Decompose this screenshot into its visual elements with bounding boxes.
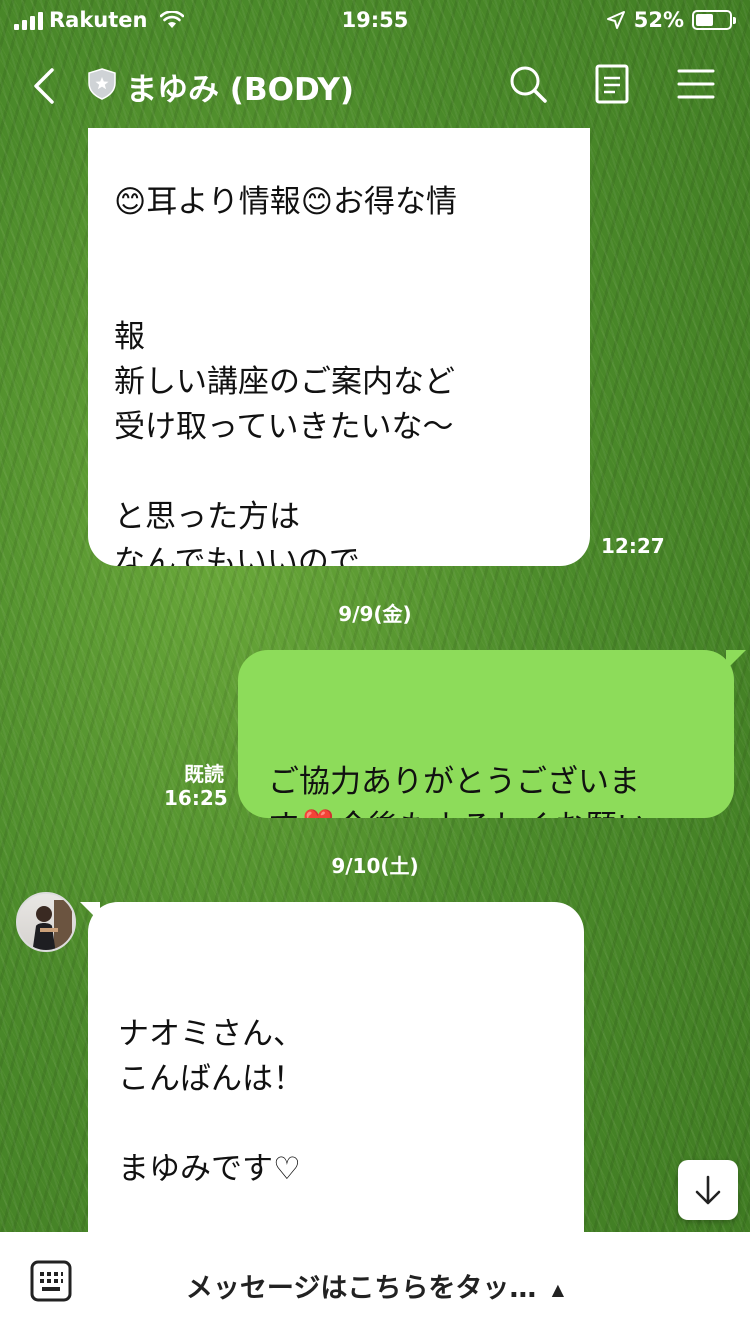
message-partial-line: 😊耳より情報😊お得な情 (114, 184, 458, 220)
message-bubble-incoming[interactable]: ナオミさん、 こんばんは！ まゆみです♡ 先日は 超初心者向🔰手相講座！ (88, 902, 584, 1232)
location-icon (606, 11, 625, 29)
date-separator: 9/9(金) (338, 602, 412, 626)
menu-icon[interactable] (674, 62, 718, 106)
search-icon[interactable] (506, 62, 550, 106)
expand-arrow-icon[interactable]: ▲ (552, 1280, 564, 1299)
battery-icon (692, 10, 736, 30)
message-bubble-outgoing[interactable]: ご協力ありがとうございま す❣️今後もよろしくお願い しますね〜😊 (238, 650, 734, 818)
chat-header: まゆみ (BODY) (0, 44, 750, 128)
battery-percent: 52% (633, 8, 684, 32)
message-time: 16:25 (164, 786, 228, 810)
chat-area[interactable]: 😊耳より情報😊お得な情 報 新しい講座のご案内など 受け取っていきたいな〜 と思… (0, 128, 750, 1232)
notes-icon[interactable] (590, 62, 634, 106)
message-text: 報 新しい講座のご案内など 受け取っていきたいな〜 と思った方は なんでもいいの… (114, 319, 455, 566)
shield-icon (88, 68, 116, 100)
date-separator: 9/10(土) (331, 854, 419, 878)
message-bubble-incoming[interactable]: 😊耳より情報😊お得な情 報 新しい講座のご案内など 受け取っていきたいな〜 と思… (88, 128, 590, 566)
status-right: 52% (606, 8, 736, 32)
chat-title[interactable]: まゆみ (BODY) (126, 64, 354, 109)
arrow-down-icon (695, 1175, 721, 1205)
message-input-bar: メッセージはこちらをタッ… ▲ (0, 1232, 750, 1334)
back-chevron-icon[interactable] (28, 64, 60, 108)
message-time: 12:27 (601, 534, 665, 558)
read-receipt: 既読 (184, 762, 224, 786)
status-bar: Rakuten 19:55 52% (0, 0, 750, 44)
message-text: ご協力ありがとうございま す❣️今後もよろしくお願い しますね〜😊 (268, 764, 648, 818)
input-placeholder: メッセージはこちらをタッ… (185, 1273, 537, 1304)
scroll-to-bottom-button[interactable] (678, 1160, 738, 1220)
bubble-tail (726, 650, 746, 670)
message-text: ナオミさん、 こんばんは！ まゆみです♡ 先日は 超初心者向🔰手相講座！ (118, 1016, 304, 1187)
message-input-field[interactable]: メッセージはこちらをタッ… ▲ (0, 1266, 750, 1305)
avatar[interactable] (16, 892, 76, 952)
avatar-photo (32, 900, 72, 950)
